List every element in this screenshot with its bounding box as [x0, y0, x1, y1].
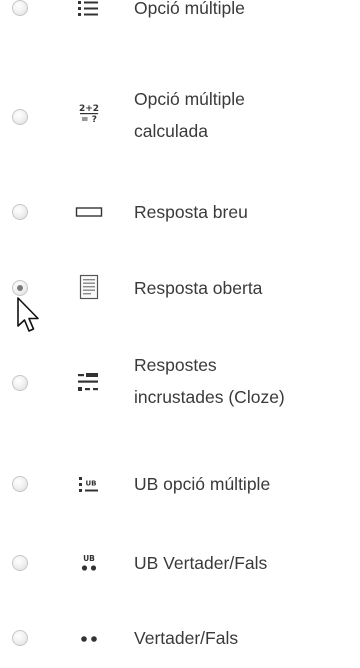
option-cloze[interactable]: Respostes incrustades (Cloze) [0, 350, 360, 420]
option-label: Resposta breu [134, 202, 248, 222]
short-answer-icon [75, 207, 103, 217]
option-label-line2: incrustades (Cloze) [134, 387, 285, 407]
option-calculated-multichoice[interactable]: 2+2 = ? Opció múltiple calculada [0, 82, 360, 152]
option-label-line1: Opció múltiple [134, 89, 245, 109]
option-label: UB Vertader/Fals [134, 553, 268, 573]
icon-text: UB [85, 480, 96, 488]
radio-multichoice[interactable] [12, 0, 28, 16]
option-label: Vertader/Fals [134, 628, 239, 648]
truefalse-icon [81, 636, 97, 642]
option-truefalse[interactable]: Vertader/Fals [0, 608, 360, 668]
radio-cloze[interactable] [12, 375, 28, 391]
icon-text: 2+2 [79, 104, 99, 114]
radio-essay[interactable] [12, 280, 28, 296]
option-short-answer[interactable]: Resposta breu [0, 182, 360, 242]
multichoice-icon [78, 1, 98, 16]
radio-ub-truefalse[interactable] [12, 555, 28, 571]
icon-text: = ? [81, 115, 97, 125]
radio-short-answer[interactable] [12, 204, 28, 220]
option-multichoice[interactable]: Opció múltiple [0, 0, 360, 38]
option-label: Resposta oberta [134, 278, 263, 298]
ub-multichoice-icon: UB [79, 477, 98, 492]
option-label: Opció múltiple [134, 0, 245, 18]
option-ub-multichoice[interactable]: UB UB opció múltiple [0, 454, 360, 514]
icon-text: UB [83, 554, 95, 563]
option-label-line2: calculada [134, 121, 208, 141]
essay-icon [79, 274, 99, 300]
option-label-line1: Respostes [134, 355, 217, 375]
question-type-list: Opció múltiple 2+2 = ? Opció múltiple ca… [0, 0, 360, 654]
cloze-icon [78, 373, 98, 391]
calculated-multichoice-icon: 2+2 = ? [79, 104, 99, 125]
option-label: UB opció múltiple [134, 474, 271, 494]
ub-truefalse-icon: UB [81, 554, 97, 571]
radio-ub-multichoice[interactable] [12, 476, 28, 492]
option-ub-truefalse[interactable]: UB UB Vertader/Fals [0, 533, 360, 593]
arrow-pointer-icon [17, 297, 39, 332]
radio-calculated-multichoice[interactable] [12, 109, 28, 125]
radio-truefalse[interactable] [12, 630, 28, 646]
option-essay[interactable]: Resposta oberta [0, 258, 360, 318]
